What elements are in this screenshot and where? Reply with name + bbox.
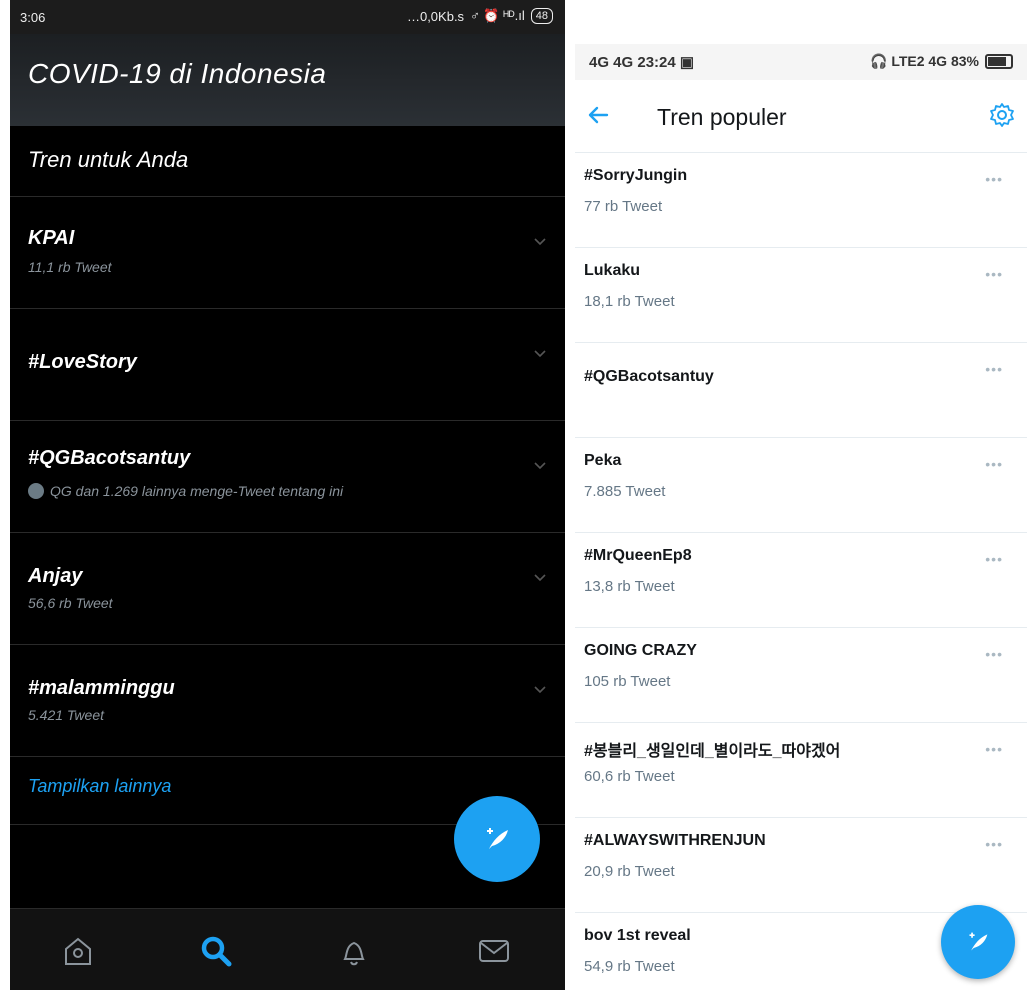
covid-banner[interactable]: COVID-19 di Indonesia <box>10 34 565 126</box>
chevron-down-icon[interactable] <box>533 571 547 585</box>
trend-name: #봉블리_생일인데_별이라도_따야겠어 <box>584 743 841 760</box>
chevron-down-icon[interactable] <box>533 459 547 473</box>
trend-item[interactable]: Lukaku 18,1 rb Tweet ••• <box>575 248 1027 343</box>
trend-item[interactable]: #LoveStory <box>10 309 565 421</box>
trend-count: 60,6 rb Tweet <box>584 768 675 785</box>
trend-name: #malamminggu <box>28 677 175 699</box>
trends-header: Tren populer <box>575 80 1027 153</box>
more-options-icon[interactable]: ••• <box>985 361 1003 377</box>
bottom-nav <box>10 908 565 990</box>
status-bar: 4G 4G 23:24 ▣ 🎧 LTE2 4G 83% <box>575 44 1027 80</box>
trend-item[interactable]: Peka 7.885 Tweet ••• <box>575 438 1027 533</box>
light-trends-panel: 4G 4G 23:24 ▣ 🎧 LTE2 4G 83% Tren populer… <box>575 0 1027 990</box>
trend-count: 5.421 Tweet <box>28 707 105 723</box>
more-options-icon[interactable]: ••• <box>985 646 1003 662</box>
trend-name: #MrQueenEp8 <box>584 547 692 564</box>
trend-item[interactable]: GOING CRAZY 105 rb Tweet ••• <box>575 628 1027 723</box>
trend-context-text: QG dan 1.269 lainnya menge-Tweet tentang… <box>50 483 344 499</box>
more-options-icon[interactable]: ••• <box>985 171 1003 187</box>
chevron-down-icon[interactable] <box>533 347 547 361</box>
trend-item[interactable]: Anjay 56,6 rb Tweet <box>10 533 565 645</box>
search-icon[interactable] <box>198 933 234 969</box>
status-icons: ♂ ⏰ ᴴᴰ.ıl <box>470 8 525 23</box>
section-header: Tren untuk Anda <box>10 126 565 197</box>
trend-name: GOING CRAZY <box>584 642 697 659</box>
trend-count: 54,9 rb Tweet <box>584 958 675 975</box>
battery-icon <box>985 54 1013 69</box>
trend-name: Lukaku <box>584 262 641 279</box>
mail-icon[interactable] <box>476 933 512 969</box>
status-indicators: …0,0Kb.s ♂ ⏰ ᴴᴰ.ıl 48 <box>407 8 553 24</box>
avatar <box>28 483 44 499</box>
home-icon[interactable] <box>60 933 96 969</box>
trend-item[interactable]: #SorryJungin 77 rb Tweet ••• <box>575 153 1027 248</box>
trend-name: #LoveStory <box>28 351 137 373</box>
network-speed: …0,0Kb.s <box>406 8 465 24</box>
trend-name: #SorryJungin <box>584 167 688 184</box>
compose-tweet-button[interactable] <box>941 905 1015 979</box>
trend-name: Peka <box>584 452 622 469</box>
trend-count: 18,1 rb Tweet <box>584 293 675 310</box>
status-right-text: 🎧 LTE2 4G 83% <box>870 53 979 69</box>
battery-badge: 48 <box>530 8 553 24</box>
bell-icon[interactable] <box>336 933 372 969</box>
trend-count: 20,9 rb Tweet <box>584 863 675 880</box>
page-title: Tren populer <box>657 104 787 130</box>
dark-explore-panel: 3:06 …0,0Kb.s ♂ ⏰ ᴴᴰ.ıl 48 COVID-19 di I… <box>10 0 565 990</box>
gear-icon[interactable] <box>989 102 1015 128</box>
more-options-icon[interactable]: ••• <box>985 266 1003 282</box>
trend-name: #QGBacotsantuy <box>28 447 191 469</box>
trend-count: 105 rb Tweet <box>584 673 671 690</box>
section-title: Tren untuk Anda <box>28 147 189 172</box>
back-arrow-icon[interactable] <box>585 102 611 128</box>
trend-count: 13,8 rb Tweet <box>584 578 675 595</box>
trend-item[interactable]: #ALWAYSWITHRENJUN 20,9 rb Tweet ••• <box>575 818 1027 913</box>
trend-count: 7.885 Tweet <box>584 483 666 500</box>
status-right: 🎧 LTE2 4G 83% <box>870 53 1013 70</box>
more-options-icon[interactable]: ••• <box>985 836 1003 852</box>
more-options-icon[interactable]: ••• <box>985 551 1003 567</box>
trend-name: #ALWAYSWITHRENJUN <box>584 832 766 849</box>
status-left: 4G 4G 23:24 ▣ <box>589 54 695 71</box>
trend-item[interactable]: #봉블리_생일인데_별이라도_따야겠어 60,6 rb Tweet ••• <box>575 723 1027 818</box>
more-options-icon[interactable]: ••• <box>985 456 1003 472</box>
show-more-label: Tampilkan lainnya <box>28 776 172 796</box>
compose-tweet-button[interactable] <box>454 796 540 882</box>
status-bar: 3:06 …0,0Kb.s ♂ ⏰ ᴴᴰ.ıl 48 <box>10 0 565 34</box>
trend-count: 56,6 rb Tweet <box>28 595 113 611</box>
trend-count: 77 rb Tweet <box>584 198 663 215</box>
trend-item[interactable]: #malamminggu 5.421 Tweet <box>10 645 565 757</box>
trend-name: bov 1st reveal <box>584 927 691 944</box>
trend-count: 11,1 rb Tweet <box>28 259 112 275</box>
more-options-icon[interactable]: ••• <box>985 741 1003 757</box>
trend-context: QG dan 1.269 lainnya menge-Tweet tentang… <box>28 483 343 499</box>
trend-item[interactable]: KPAI 11,1 rb Tweet <box>10 197 565 309</box>
trend-name: KPAI <box>28 227 75 249</box>
compose-feather-icon <box>487 828 508 849</box>
chevron-down-icon[interactable] <box>533 235 547 249</box>
compose-feather-icon <box>969 932 988 951</box>
trend-name: #QGBacotsantuy <box>584 368 714 385</box>
status-time: 3:06 <box>20 10 46 25</box>
chevron-down-icon[interactable] <box>533 683 547 697</box>
trend-item[interactable]: #QGBacotsantuy QG dan 1.269 lainnya meng… <box>10 421 565 533</box>
trend-name: Anjay <box>28 565 83 587</box>
banner-title: COVID-19 di Indonesia <box>28 58 327 89</box>
trend-item[interactable]: #QGBacotsantuy ••• <box>575 343 1027 438</box>
trend-item[interactable]: #MrQueenEp8 13,8 rb Tweet ••• <box>575 533 1027 628</box>
